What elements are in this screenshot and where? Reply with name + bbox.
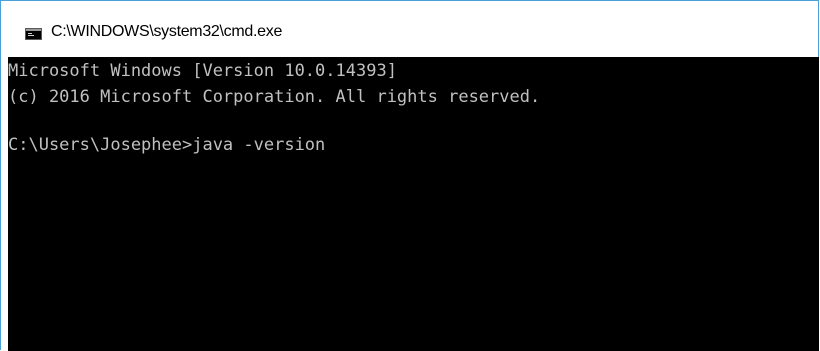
cmd-console-icon[interactable] [25,28,42,40]
console-output-area[interactable]: Microsoft Windows [Version 10.0.14393] (… [8,57,819,351]
console-prompt-line: C:\Users\Josephee>java -version [8,135,326,155]
console-line-version: Microsoft Windows [Version 10.0.14393] [8,61,397,81]
cmd-window: C:\WINDOWS\system32\cmd.exe Microsoft Wi… [0,0,819,351]
title-bar[interactable]: C:\WINDOWS\system32\cmd.exe [1,1,818,56]
cmd-console-icon-glyph [26,29,41,36]
console-line-copyright: (c) 2016 Microsoft Corporation. All righ… [8,87,541,107]
window-title: C:\WINDOWS\system32\cmd.exe [51,23,283,40]
